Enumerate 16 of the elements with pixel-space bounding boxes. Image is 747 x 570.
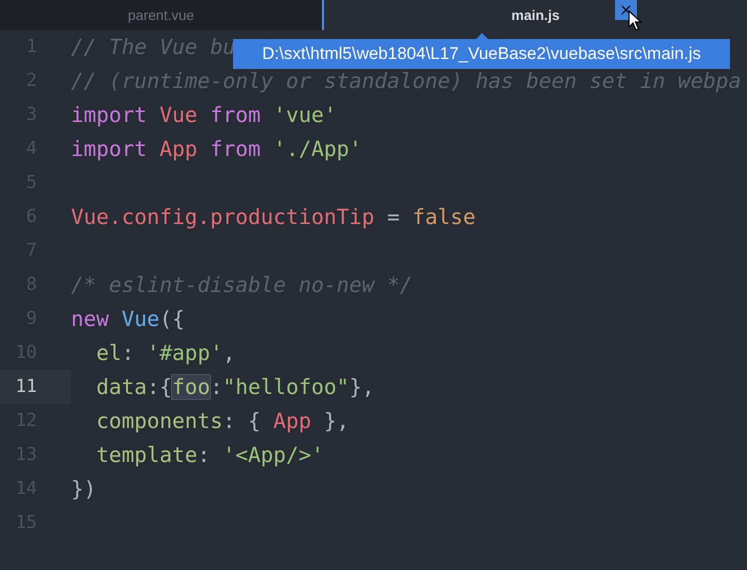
code-line: // (runtime-only or standalone) has been set in webpa: [71, 68, 742, 95]
code-line: data:{foo:"hellofoo"},: [95, 374, 374, 401]
file-path-tooltip: D:\sxt\html5\web1804\L17_VueBase2\vuebase\src\main.js: [233, 39, 730, 69]
line-number: 11: [0, 370, 71, 404]
file-tab[interactable]: parent.vue: [0, 0, 322, 30]
code-line: template: '<App/>': [95, 442, 324, 469]
tooltip-pointer: [476, 33, 488, 39]
code-line: // The Vue bu: [71, 34, 236, 61]
code-line: el: '#app',: [95, 340, 236, 367]
code-line: new Vue({: [71, 306, 185, 333]
code-line: components: { App },: [95, 408, 350, 435]
code-line: /* eslint-disable no-new */: [71, 272, 412, 299]
code-line: }): [71, 476, 96, 503]
code-line: import Vue from 'vue': [71, 102, 337, 129]
code-line: Vue.config.productionTip = false: [71, 204, 476, 231]
code-line: import App from './App': [71, 136, 362, 163]
